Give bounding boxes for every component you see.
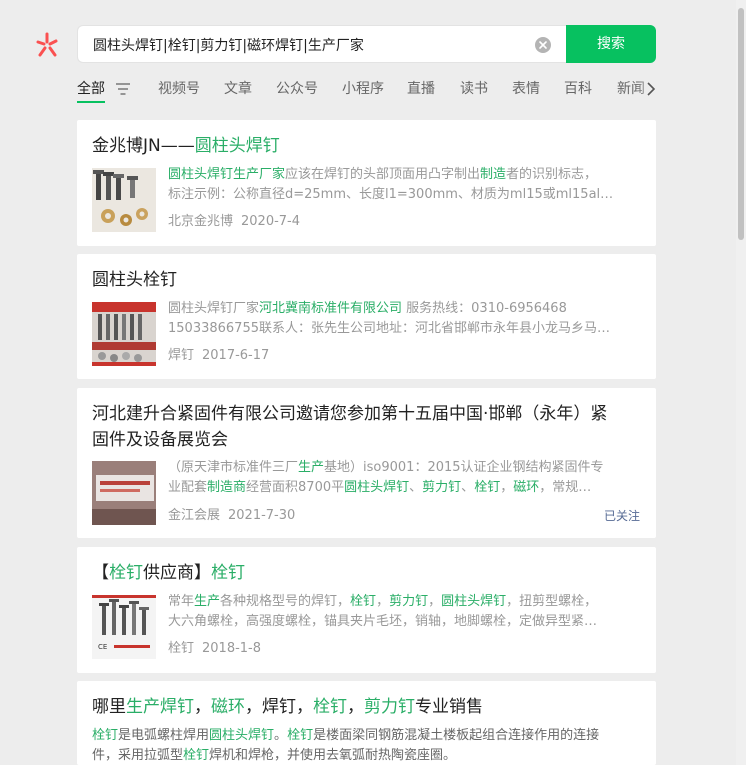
tab-channels[interactable]: 视频号 xyxy=(158,78,200,98)
result-title[interactable]: 【栓钉供应商】栓钉 xyxy=(92,560,245,586)
result-title[interactable]: 圆柱头栓钉 xyxy=(92,267,177,293)
result-card[interactable]: 河北建升合紧固件有限公司邀请您参加第十五届中国·邯郸（永年）紧 固件及设备展览会… xyxy=(77,388,656,538)
result-snippet: 常年生产各种规格型号的焊钉，栓钉，剪力钉，圆柱头焊钉，扭剪型螺栓， 大六角螺栓，… xyxy=(168,594,598,629)
result-thumbnail[interactable] xyxy=(92,168,156,232)
result-title[interactable]: 河北建升合紧固件有限公司邀请您参加第十五届中国·邯郸（永年）紧 固件及设备展览会 xyxy=(92,401,607,453)
result-card[interactable]: 圆柱头栓钉 圆柱头焊钉厂家河北冀南标准件有限公司 服务热线：0310-69564… xyxy=(77,254,656,379)
result-snippet: （原天津市标准件三厂生产基地）iso9001：2015认证企业钢结构紧固件专 业… xyxy=(168,460,604,495)
result-date: 2021-7-30 xyxy=(228,508,296,523)
active-tab-indicator xyxy=(77,101,105,103)
result-title[interactable]: 哪里生产焊钉，磁环，焊钉，栓钉，剪力钉专业销售 xyxy=(92,694,483,720)
tab-books[interactable]: 读书 xyxy=(460,78,488,98)
tab-mini-programs[interactable]: 小程序 xyxy=(342,78,384,98)
result-card[interactable]: 哪里生产焊钉，磁环，焊钉，栓钉，剪力钉专业销售 栓钉是电弧螺柱焊用圆柱头焊钉。栓… xyxy=(77,681,656,765)
tab-stickers[interactable]: 表情 xyxy=(512,78,540,98)
result-card[interactable]: 金兆博JN——圆柱头焊钉 圆柱头焊钉生产厂家应该在焊钉的头部顶面用凸字制出制造者… xyxy=(77,120,656,246)
scrollbar-thumb[interactable] xyxy=(738,8,744,240)
result-meta: 焊钉 2017-6-17 xyxy=(168,344,269,363)
result-source[interactable]: 北京金兆博 xyxy=(168,214,233,229)
tab-official-accounts[interactable]: 公众号 xyxy=(276,78,318,98)
result-thumbnail[interactable] xyxy=(92,302,156,366)
result-source[interactable]: 金江会展 xyxy=(168,508,220,523)
result-meta: 北京金兆博 2020-7-4 xyxy=(168,210,300,229)
result-source[interactable]: 焊钉 xyxy=(168,348,194,363)
result-date: 2017-6-17 xyxy=(202,348,270,363)
result-snippet: 栓钉是电弧螺柱焊用圆柱头焊钉。栓钉是楼面梁同钢筋混凝土楼板起组合连接作用的连接 … xyxy=(92,728,600,763)
search-button[interactable]: 搜索 xyxy=(566,25,656,63)
result-meta: 栓钉 2018-1-8 xyxy=(168,637,261,656)
tab-all[interactable]: 全部 xyxy=(77,78,105,103)
tab-articles[interactable]: 文章 xyxy=(224,78,252,98)
clear-icon[interactable] xyxy=(535,37,551,53)
search-input[interactable] xyxy=(93,26,533,64)
result-date: 2020-7-4 xyxy=(241,214,301,229)
result-snippet: 圆柱头焊钉厂家河北冀南标准件有限公司 服务热线：0310-6956468 150… xyxy=(168,301,610,336)
result-source[interactable]: 栓钉 xyxy=(168,641,194,656)
tab-encyclopedia[interactable]: 百科 xyxy=(564,78,592,98)
result-meta: 金江会展 2021-7-30 xyxy=(168,504,295,523)
result-date: 2018-1-8 xyxy=(202,641,262,656)
followed-label[interactable]: 已关注 xyxy=(604,507,640,524)
search-box[interactable] xyxy=(77,25,567,64)
tab-live[interactable]: 直播 xyxy=(407,78,435,98)
result-card[interactable]: 【栓钉供应商】栓钉 CE 常年生产各种规格型号的焊钉，栓钉，剪力钉，圆柱头焊钉，… xyxy=(77,547,656,673)
wechat-search-logo-icon xyxy=(34,31,62,59)
result-title[interactable]: 金兆博JN——圆柱头焊钉 xyxy=(92,133,280,159)
svg-text:CE: CE xyxy=(98,643,107,651)
result-thumbnail[interactable] xyxy=(92,461,156,525)
result-thumbnail[interactable]: CE xyxy=(92,595,156,659)
filter-icon[interactable] xyxy=(115,81,131,100)
page-scrollbar[interactable] xyxy=(736,0,746,765)
tabs-next-chevron-icon[interactable] xyxy=(645,81,657,97)
category-tabs: 全部 视频号 文章 公众号 小程序 直播 读书 表情 百科 新闻 xyxy=(77,78,667,103)
result-snippet: 圆柱头焊钉生产厂家应该在焊钉的头部顶面用凸字制出制造者的识别标志， 标注示例：公… xyxy=(168,167,614,202)
